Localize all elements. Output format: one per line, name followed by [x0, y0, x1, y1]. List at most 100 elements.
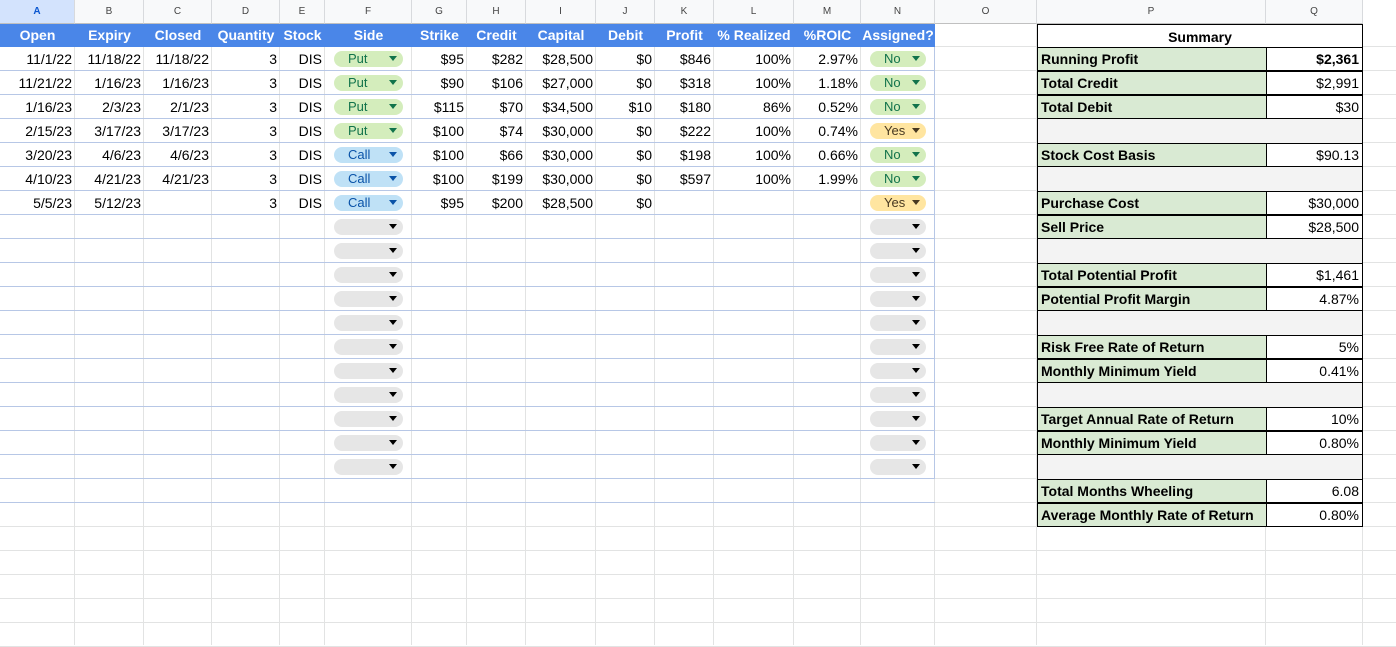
cell-open[interactable]: 1/16/23: [0, 95, 75, 119]
side-dropdown-empty[interactable]: [334, 435, 403, 451]
chevron-down-icon[interactable]: [912, 368, 920, 373]
cell-closed[interactable]: [144, 191, 212, 215]
column-header-h[interactable]: H: [467, 0, 526, 24]
cell-closed[interactable]: 3/17/23: [144, 119, 212, 143]
chevron-down-icon[interactable]: [912, 320, 920, 325]
cell-quantity[interactable]: 3: [212, 95, 280, 119]
chevron-down-icon[interactable]: [912, 440, 920, 445]
chevron-down-icon[interactable]: [389, 464, 397, 469]
cell-roic[interactable]: 2.97%: [794, 47, 861, 71]
cell-closed[interactable]: 4/6/23: [144, 143, 212, 167]
column-header-p[interactable]: P: [1037, 0, 1266, 24]
cell-credit[interactable]: $200: [467, 191, 526, 215]
cell-roic[interactable]: 0.52%: [794, 95, 861, 119]
assigned-dropdown[interactable]: Yes: [870, 123, 926, 139]
cell-open[interactable]: 4/10/23: [0, 167, 75, 191]
cell-profit[interactable]: [655, 191, 714, 215]
summary-value[interactable]: 4.87%: [1266, 287, 1363, 311]
summary-value[interactable]: 5%: [1266, 335, 1363, 359]
cell-roic[interactable]: [794, 191, 861, 215]
cell-expiry[interactable]: 1/16/23: [75, 71, 144, 95]
cell-expiry[interactable]: 11/18/22: [75, 47, 144, 71]
side-dropdown[interactable]: Put: [334, 51, 403, 67]
cell-strike[interactable]: $90: [412, 71, 467, 95]
assigned-dropdown-empty[interactable]: [870, 339, 926, 355]
column-header-c[interactable]: C: [144, 0, 212, 24]
summary-label[interactable]: Monthly Minimum Yield: [1037, 359, 1267, 383]
assigned-dropdown[interactable]: No: [870, 99, 926, 115]
column-header-d[interactable]: D: [212, 0, 280, 24]
cell-realized[interactable]: 100%: [714, 143, 794, 167]
chevron-down-icon[interactable]: [389, 440, 397, 445]
cell-closed[interactable]: 11/18/22: [144, 47, 212, 71]
side-dropdown-empty[interactable]: [334, 243, 403, 259]
cell-debit[interactable]: $10: [596, 95, 655, 119]
chevron-down-icon[interactable]: [389, 200, 397, 205]
side-dropdown-empty[interactable]: [334, 363, 403, 379]
chevron-down-icon[interactable]: [389, 320, 397, 325]
chevron-down-icon[interactable]: [389, 248, 397, 253]
cell-realized[interactable]: 86%: [714, 95, 794, 119]
side-dropdown-empty[interactable]: [334, 459, 403, 475]
chevron-down-icon[interactable]: [912, 272, 920, 277]
cell-strike[interactable]: $95: [412, 191, 467, 215]
column-header-n[interactable]: N: [861, 0, 935, 24]
chevron-down-icon[interactable]: [389, 80, 397, 85]
summary-label[interactable]: Monthly Minimum Yield: [1037, 431, 1267, 455]
chevron-down-icon[interactable]: [912, 224, 920, 229]
chevron-down-icon[interactable]: [389, 104, 397, 109]
summary-label[interactable]: Risk Free Rate of Return: [1037, 335, 1267, 359]
cell-roic[interactable]: 1.99%: [794, 167, 861, 191]
cell-capital[interactable]: $28,500: [526, 191, 596, 215]
summary-label[interactable]: Stock Cost Basis: [1037, 143, 1267, 167]
side-dropdown-empty[interactable]: [334, 387, 403, 403]
column-header-i[interactable]: I: [526, 0, 596, 24]
side-dropdown-empty[interactable]: [334, 411, 403, 427]
cell-debit[interactable]: $0: [596, 143, 655, 167]
assigned-dropdown-empty[interactable]: [870, 459, 926, 475]
cell-debit[interactable]: $0: [596, 71, 655, 95]
assigned-dropdown[interactable]: No: [870, 51, 926, 67]
column-header-b[interactable]: B: [75, 0, 144, 24]
column-header-j[interactable]: J: [596, 0, 655, 24]
cell-profit[interactable]: $180: [655, 95, 714, 119]
cell-stock[interactable]: DIS: [280, 119, 325, 143]
side-dropdown-empty[interactable]: [334, 339, 403, 355]
cell-closed[interactable]: 2/1/23: [144, 95, 212, 119]
cell-realized[interactable]: 100%: [714, 47, 794, 71]
cell-quantity[interactable]: 3: [212, 191, 280, 215]
chevron-down-icon[interactable]: [912, 416, 920, 421]
assigned-dropdown-empty[interactable]: [870, 267, 926, 283]
column-header-o[interactable]: O: [935, 0, 1037, 24]
chevron-down-icon[interactable]: [912, 128, 920, 133]
cell-capital[interactable]: $34,500: [526, 95, 596, 119]
side-dropdown-empty[interactable]: [334, 315, 403, 331]
cell-closed[interactable]: 4/21/23: [144, 167, 212, 191]
side-dropdown[interactable]: Put: [334, 123, 403, 139]
summary-label[interactable]: Sell Price: [1037, 215, 1267, 239]
chevron-down-icon[interactable]: [389, 368, 397, 373]
cell-strike[interactable]: $100: [412, 119, 467, 143]
cell-roic[interactable]: 1.18%: [794, 71, 861, 95]
assigned-dropdown[interactable]: No: [870, 147, 926, 163]
side-dropdown[interactable]: Call: [334, 171, 403, 187]
assigned-dropdown-empty[interactable]: [870, 387, 926, 403]
assigned-dropdown-empty[interactable]: [870, 363, 926, 379]
summary-value[interactable]: 0.80%: [1266, 431, 1363, 455]
cell-expiry[interactable]: 4/6/23: [75, 143, 144, 167]
assigned-dropdown-empty[interactable]: [870, 315, 926, 331]
summary-value[interactable]: 0.80%: [1266, 503, 1363, 527]
cell-stock[interactable]: DIS: [280, 167, 325, 191]
chevron-down-icon[interactable]: [389, 344, 397, 349]
cell-open[interactable]: 5/5/23: [0, 191, 75, 215]
assigned-dropdown-empty[interactable]: [870, 219, 926, 235]
column-header-m[interactable]: M: [794, 0, 861, 24]
cell-realized[interactable]: 100%: [714, 119, 794, 143]
cell-capital[interactable]: $27,000: [526, 71, 596, 95]
cell-credit[interactable]: $106: [467, 71, 526, 95]
summary-label[interactable]: Running Profit: [1037, 47, 1267, 71]
cell-open[interactable]: 11/21/22: [0, 71, 75, 95]
side-dropdown-empty[interactable]: [334, 219, 403, 235]
column-header-q[interactable]: Q: [1266, 0, 1363, 24]
cell-strike[interactable]: $100: [412, 167, 467, 191]
